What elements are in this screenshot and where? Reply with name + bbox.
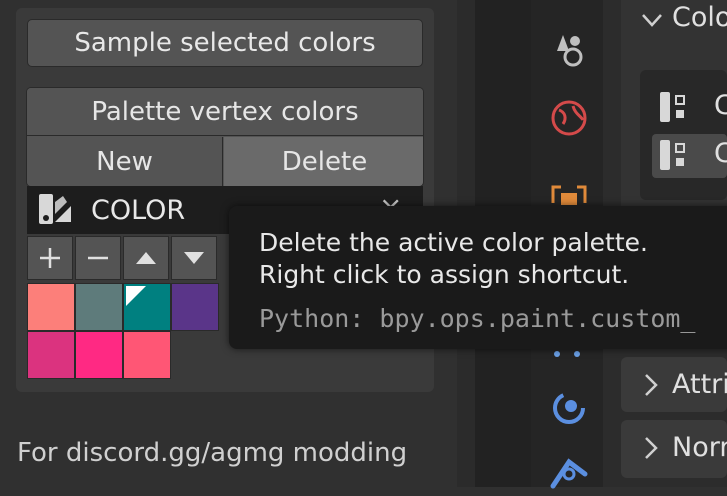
remove-color-button[interactable] <box>75 236 121 280</box>
delete-palette-button[interactable]: Delete <box>224 137 423 186</box>
active-swatch-marker-icon <box>126 286 146 306</box>
color-attribute-name-1: C <box>714 90 727 121</box>
color-swatch-1[interactable] <box>27 283 75 331</box>
footer-credit-text: For discord.gg/agmg modding <box>17 438 408 468</box>
color-attribute-item-1[interactable]: C <box>652 86 727 130</box>
palette-vertex-colors-group: Palette vertex colors New Delete <box>26 87 424 187</box>
color-attributes-header[interactable]: Colo <box>672 2 727 33</box>
delete-palette-tooltip: Delete the active color palette. Right c… <box>229 206 727 349</box>
attributes-panel-header[interactable]: Attri <box>621 357 727 412</box>
color-attribute-name-2: C <box>714 138 727 169</box>
palette-icon <box>37 192 75 232</box>
attributes-label: Attri <box>672 369 727 400</box>
physics-tab-icon[interactable] <box>547 25 591 73</box>
normals-label: Norm <box>672 432 727 463</box>
vertex-color-icon <box>660 92 685 122</box>
chevron-right-icon <box>645 437 658 459</box>
color-swatch-7[interactable] <box>123 331 171 379</box>
move-up-button[interactable] <box>123 236 169 280</box>
palette-name: COLOR <box>91 194 186 226</box>
data-tab-icon[interactable] <box>547 452 591 496</box>
tooltip-description: Delete the active color palette. <box>259 228 648 257</box>
color-swatch-3-active[interactable] <box>123 283 171 331</box>
move-down-button[interactable] <box>171 236 217 280</box>
color-attribute-item-2-active[interactable]: C <box>652 134 727 178</box>
chevron-right-icon <box>645 374 658 396</box>
color-swatch-4[interactable] <box>171 283 219 331</box>
triangle-up-icon <box>136 252 156 264</box>
sample-selected-colors-button[interactable]: Sample selected colors <box>27 19 423 67</box>
add-color-button[interactable] <box>27 236 73 280</box>
color-swatch-6[interactable] <box>75 331 123 379</box>
world-tab-icon[interactable] <box>547 96 591 144</box>
minus-icon <box>88 256 108 260</box>
tooltip-python-path: Python: bpy.ops.paint.custom_ <box>259 304 696 333</box>
tooltip-shortcut-hint: Right click to assign shortcut. <box>259 260 630 289</box>
color-swatch-2[interactable] <box>75 283 123 331</box>
vertex-color-icon <box>660 140 685 170</box>
normals-panel-header[interactable]: Norm <box>621 420 727 478</box>
constraints-tab-icon[interactable] <box>547 386 591 434</box>
new-palette-button[interactable]: New <box>27 137 223 186</box>
chevron-down-icon[interactable] <box>640 8 664 36</box>
plus-icon <box>40 248 60 268</box>
palette-vertex-colors-button[interactable]: Palette vertex colors <box>27 88 423 136</box>
color-swatch-5[interactable] <box>27 331 75 379</box>
triangle-down-icon <box>184 252 204 264</box>
